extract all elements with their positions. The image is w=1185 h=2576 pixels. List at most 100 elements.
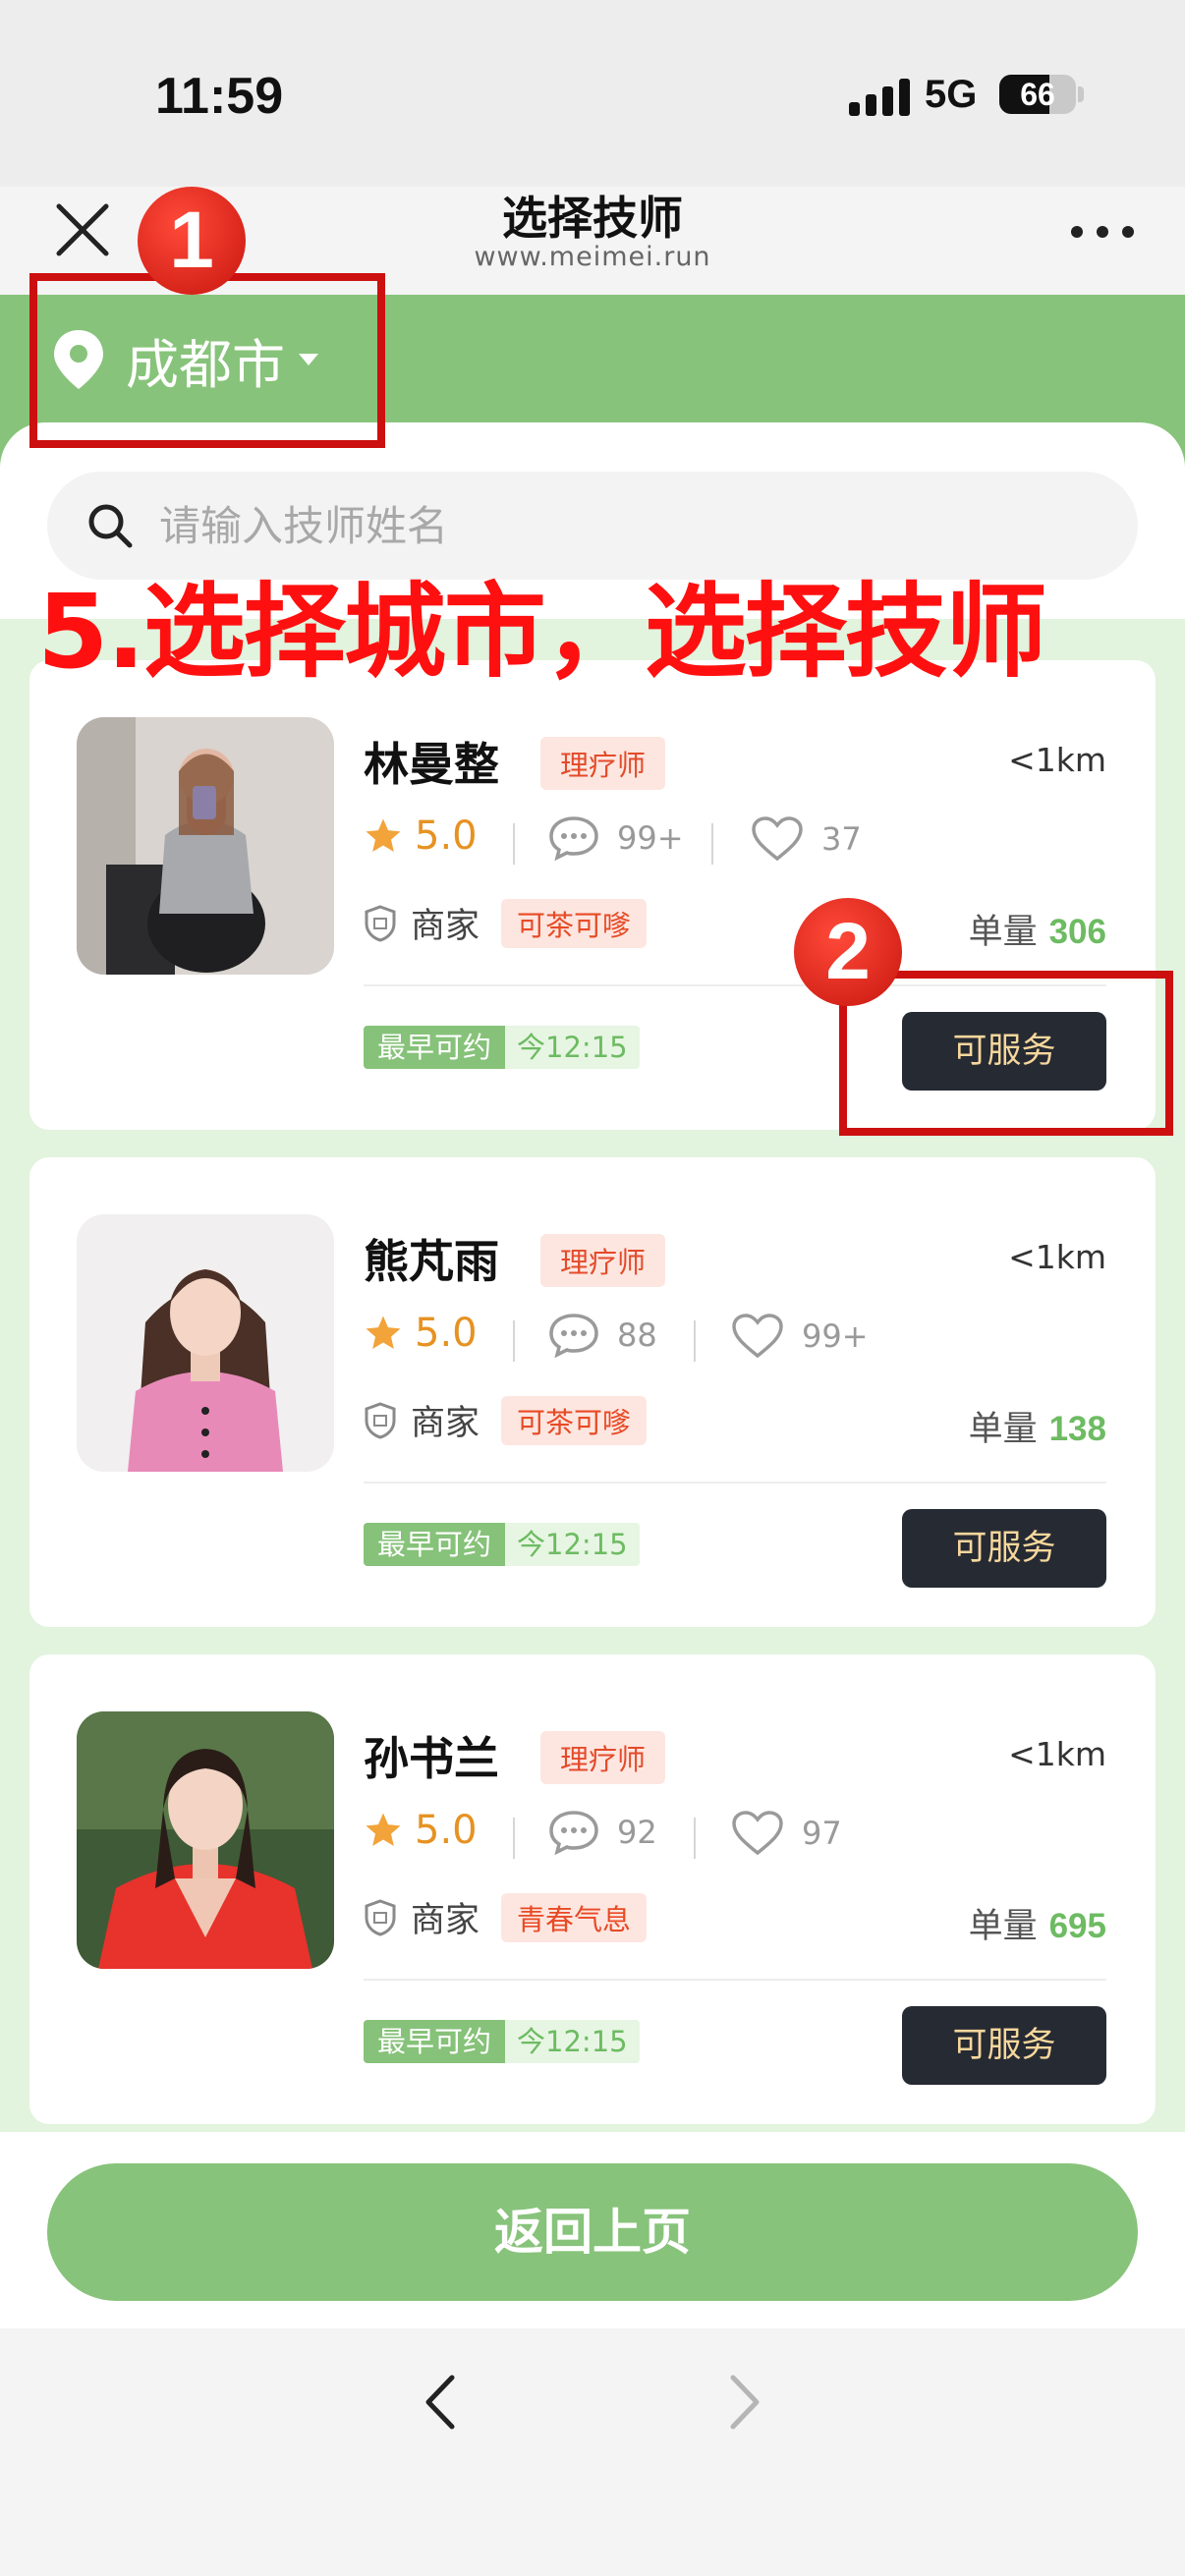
appointment-time: 今12:15 xyxy=(505,1026,640,1069)
appointment-info: 最早可约 今12:15 xyxy=(364,2020,640,2063)
trait-tag: 可茶可嗲 xyxy=(501,1395,648,1445)
technician-name: 林曼整 xyxy=(364,738,499,791)
likes-count: 99+ xyxy=(802,1317,869,1355)
battery-tip xyxy=(1078,86,1084,102)
card-divider xyxy=(364,1979,1106,1981)
shop-label: 商家 xyxy=(411,1901,480,1940)
likes-count: 97 xyxy=(802,1815,842,1852)
more-icon[interactable] xyxy=(1071,224,1134,240)
distance: <1km xyxy=(1008,1238,1106,1276)
shop-row: 商家 可茶可嗲 xyxy=(364,1395,648,1445)
distance: <1km xyxy=(1008,1735,1106,1773)
orders-value: 695 xyxy=(1048,1907,1106,1945)
likes-stat[interactable]: 37 xyxy=(751,815,862,863)
available-button[interactable]: 可服务 xyxy=(902,1509,1106,1588)
comments-stat[interactable]: 88 xyxy=(548,1313,657,1358)
likes-stat[interactable]: 97 xyxy=(731,1810,842,1857)
battery-percent: 66 xyxy=(1020,77,1055,112)
comments-stat[interactable]: 99+ xyxy=(548,815,684,861)
instruction-caption: 5.选择城市，选择技师 xyxy=(37,572,1047,692)
appointment-time: 今12:15 xyxy=(505,1523,640,1566)
order-count: 单量 138 xyxy=(969,1401,1106,1451)
technician-avatar xyxy=(77,1214,334,1472)
technician-name: 熊芃雨 xyxy=(364,1235,499,1288)
heart-icon xyxy=(732,1811,783,1856)
role-tag: 理疗师 xyxy=(540,737,666,790)
search-input[interactable] xyxy=(159,501,1044,550)
comment-icon xyxy=(549,1314,598,1358)
rating: 5.0 xyxy=(364,1808,478,1853)
trait-tag: 可茶可嗲 xyxy=(501,898,648,948)
status-time: 11:59 xyxy=(155,68,284,125)
available-button[interactable]: 可服务 xyxy=(902,2006,1106,2085)
orders-label: 单量 xyxy=(968,1410,1038,1449)
shop-badge-icon xyxy=(365,904,396,942)
orders-label: 单量 xyxy=(968,1907,1038,1946)
likes-count: 37 xyxy=(821,820,862,858)
comments-count: 92 xyxy=(617,1814,657,1851)
appointment-label: 最早可约 xyxy=(364,1026,506,1069)
divider xyxy=(711,823,713,865)
shop-label: 商家 xyxy=(411,1404,480,1443)
technician-name: 孙书兰 xyxy=(364,1732,499,1785)
order-count: 单量 695 xyxy=(969,1898,1106,1948)
appointment-label: 最早可约 xyxy=(364,1523,506,1566)
trait-tag: 青春气息 xyxy=(501,1892,648,1942)
comment-icon xyxy=(549,816,598,861)
star-icon xyxy=(366,1813,401,1846)
heart-icon xyxy=(732,1314,783,1359)
technician-avatar xyxy=(77,1711,334,1969)
technician-avatar xyxy=(77,717,334,975)
shop-row: 商家 青春气息 xyxy=(364,1892,648,1942)
divider xyxy=(513,823,515,865)
divider xyxy=(513,1320,515,1362)
rating-value: 5.0 xyxy=(415,1808,478,1853)
role-tag: 理疗师 xyxy=(540,1234,666,1287)
browser-toolbar xyxy=(0,2330,1185,2576)
cellular-signal-icon xyxy=(849,77,910,116)
battery-icon: 66 xyxy=(999,75,1076,114)
browser-back-icon[interactable] xyxy=(413,2368,472,2440)
search-icon xyxy=(88,504,133,548)
star-icon xyxy=(366,818,401,852)
comments-count: 99+ xyxy=(617,819,684,857)
comment-icon xyxy=(549,1811,598,1855)
status-bar: 11:59 5G 66 xyxy=(0,0,1185,187)
appointment-time: 今12:15 xyxy=(505,2020,640,2063)
back-page-button[interactable]: 返回上页 xyxy=(47,2163,1138,2301)
network-type: 5G xyxy=(925,73,978,116)
annotation-badge-2: 2 xyxy=(794,898,902,1006)
technician-card[interactable]: 孙书兰 理疗师 <1km 5.0 92 97 商家 青春气息 单量 695 最早可… xyxy=(29,1654,1156,2124)
card-divider xyxy=(364,1482,1106,1484)
rating: 5.0 xyxy=(364,813,478,859)
divider xyxy=(694,1320,696,1362)
orders-value: 306 xyxy=(1048,913,1106,951)
divider xyxy=(694,1818,696,1859)
orders-value: 138 xyxy=(1048,1410,1106,1448)
role-tag: 理疗师 xyxy=(540,1731,666,1784)
distance: <1km xyxy=(1008,741,1106,779)
appointment-info: 最早可约 今12:15 xyxy=(364,1523,640,1566)
rating-value: 5.0 xyxy=(415,813,478,859)
order-count: 单量 306 xyxy=(969,904,1106,954)
shop-label: 商家 xyxy=(411,907,480,946)
rating-value: 5.0 xyxy=(415,1311,478,1356)
annotation-box-button xyxy=(839,971,1173,1136)
orders-label: 单量 xyxy=(968,913,1038,952)
rating: 5.0 xyxy=(364,1311,478,1356)
comments-count: 88 xyxy=(617,1316,657,1354)
appointment-info: 最早可约 今12:15 xyxy=(364,1026,640,1069)
comments-stat[interactable]: 92 xyxy=(548,1810,657,1855)
shop-badge-icon xyxy=(365,1401,396,1439)
shop-row: 商家 可茶可嗲 xyxy=(364,898,648,948)
annotation-badge-1: 1 xyxy=(138,187,246,295)
likes-stat[interactable]: 99+ xyxy=(731,1313,869,1360)
heart-icon xyxy=(752,816,803,862)
divider xyxy=(513,1818,515,1859)
annotation-box-city xyxy=(29,273,385,448)
shop-badge-icon xyxy=(365,1898,396,1936)
star-icon xyxy=(366,1316,401,1349)
browser-forward-icon[interactable] xyxy=(713,2368,772,2440)
appointment-label: 最早可约 xyxy=(364,2020,506,2063)
technician-card[interactable]: 熊芃雨 理疗师 <1km 5.0 88 99+ 商家 可茶可嗲 单量 138 最早… xyxy=(29,1157,1156,1627)
